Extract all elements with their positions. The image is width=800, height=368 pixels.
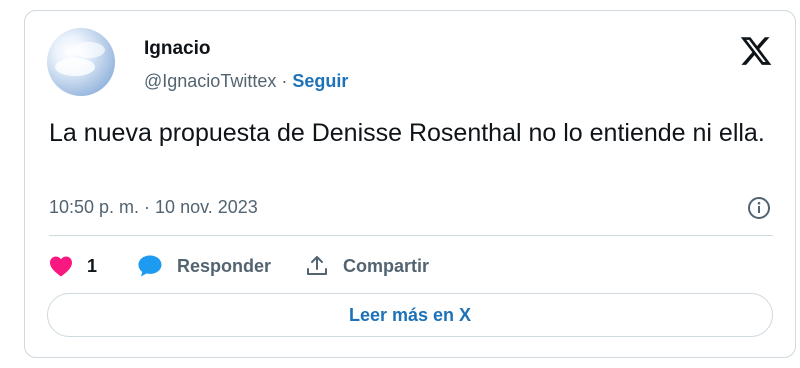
tweet-text: La nueva propuesta de Denisse Rosenthal … xyxy=(49,119,765,147)
avatar-cloud xyxy=(55,58,95,76)
reply-label: Responder xyxy=(177,255,272,276)
divider xyxy=(49,235,773,236)
info-icon[interactable] xyxy=(747,196,771,220)
x-logo-icon[interactable] xyxy=(739,34,773,68)
tweet-timestamp[interactable]: 10:50 p. m. · 10 nov. 2023 xyxy=(49,197,258,218)
action-bar: 1 Responder Compartir xyxy=(49,251,429,281)
read-more-button[interactable]: Leer más en X xyxy=(47,293,773,337)
tweet-header: Ignacio @IgnacioTwittex · Seguir xyxy=(47,28,773,98)
follow-link[interactable]: Seguir xyxy=(292,71,348,91)
author-handle[interactable]: @IgnacioTwittex xyxy=(144,71,276,91)
avatar-cloud xyxy=(73,42,105,58)
author-name[interactable]: Ignacio xyxy=(144,38,211,60)
reply-button[interactable]: Responder xyxy=(137,254,305,278)
like-count: 1 xyxy=(87,255,98,276)
author-handle-line: @IgnacioTwittex · Seguir xyxy=(144,71,348,92)
handle-separator: · xyxy=(276,71,293,91)
speech-bubble-icon xyxy=(138,255,162,277)
share-upload-icon xyxy=(307,256,328,275)
tweet-embed-card: Ignacio @IgnacioTwittex · Seguir La nuev… xyxy=(24,10,796,358)
share-button[interactable]: Compartir xyxy=(305,254,429,278)
heart-icon xyxy=(50,256,72,277)
avatar[interactable] xyxy=(47,28,115,96)
share-label: Compartir xyxy=(343,255,430,276)
like-button[interactable]: 1 xyxy=(49,255,137,277)
